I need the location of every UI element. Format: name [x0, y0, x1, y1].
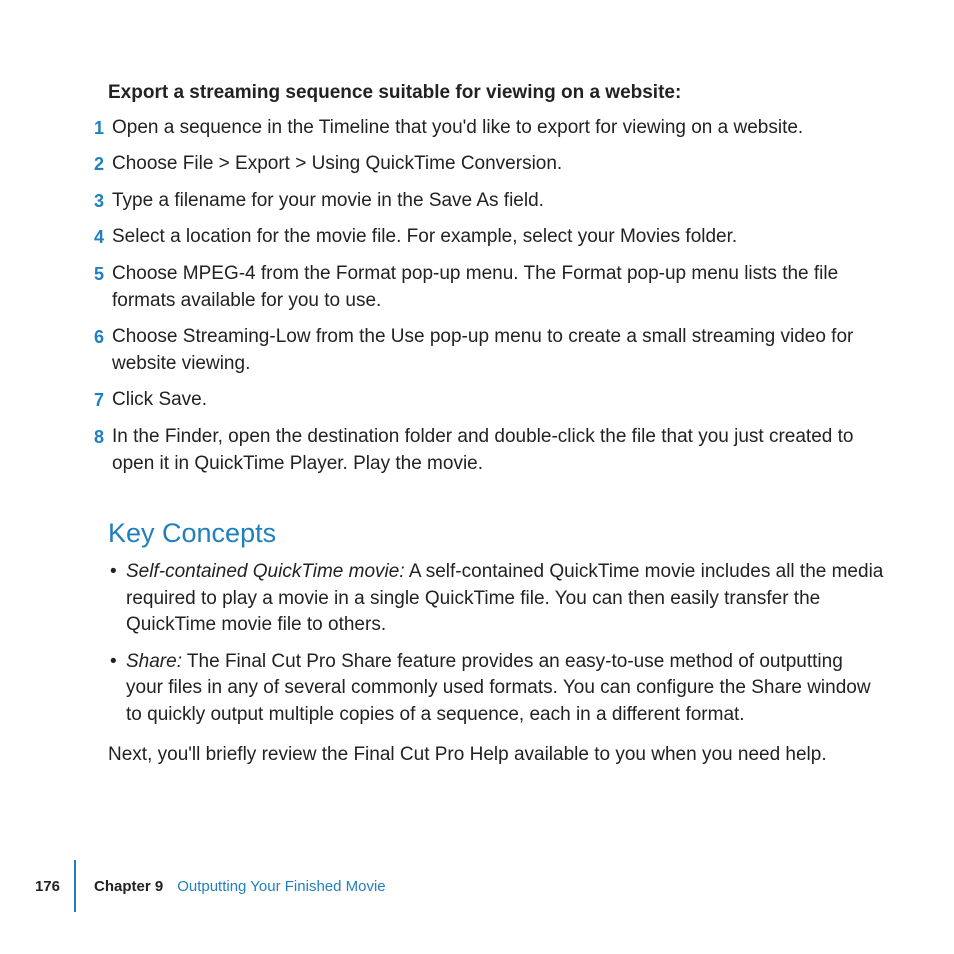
step-item: 8In the Finder, open the destination fol…: [108, 424, 884, 477]
document-page: Export a streaming sequence suitable for…: [0, 0, 954, 954]
chapter-label: Chapter 9: [94, 876, 163, 897]
step-item: 7Click Save.: [108, 387, 884, 414]
concept-item: Share: The Final Cut Pro Share feature p…: [108, 649, 884, 729]
chapter-title: Outputting Your Finished Movie: [177, 876, 385, 897]
task-heading: Export a streaming sequence suitable for…: [108, 80, 884, 107]
step-number: 3: [80, 188, 104, 214]
step-number: 4: [80, 224, 104, 250]
step-item: 3Type a filename for your movie in the S…: [108, 188, 884, 215]
step-text: Choose Streaming-Low from the Use pop-up…: [112, 324, 884, 377]
closing-paragraph: Next, you'll briefly review the Final Cu…: [108, 742, 884, 769]
step-text: Choose MPEG-4 from the Format pop-up men…: [112, 261, 884, 314]
step-item: 6Choose Streaming-Low from the Use pop-u…: [108, 324, 884, 377]
section-heading: Key Concepts: [108, 515, 884, 553]
concept-item: Self-contained QuickTime movie: A self-c…: [108, 559, 884, 639]
step-text: In the Finder, open the destination fold…: [112, 424, 884, 477]
concepts-list: Self-contained QuickTime movie: A self-c…: [108, 559, 884, 729]
page-number: 176: [0, 876, 74, 897]
step-item: 5Choose MPEG-4 from the Format pop-up me…: [108, 261, 884, 314]
step-number: 6: [80, 324, 104, 350]
step-text: Choose File > Export > Using QuickTime C…: [112, 151, 884, 178]
step-text: Select a location for the movie file. Fo…: [112, 224, 884, 251]
steps-list: 1Open a sequence in the Timeline that yo…: [108, 115, 884, 478]
step-item: 2Choose File > Export > Using QuickTime …: [108, 151, 884, 178]
step-text: Open a sequence in the Timeline that you…: [112, 115, 884, 142]
step-text: Click Save.: [112, 387, 884, 414]
page-footer: 176 Chapter 9 Outputting Your Finished M…: [0, 860, 386, 912]
concept-desc: The Final Cut Pro Share feature provides…: [126, 651, 871, 725]
step-number: 8: [80, 424, 104, 450]
step-number: 5: [80, 261, 104, 287]
step-number: 7: [80, 387, 104, 413]
step-text: Type a filename for your movie in the Sa…: [112, 188, 884, 215]
step-number: 2: [80, 151, 104, 177]
concept-term: Share:: [126, 651, 182, 672]
step-item: 1Open a sequence in the Timeline that yo…: [108, 115, 884, 142]
step-item: 4Select a location for the movie file. F…: [108, 224, 884, 251]
step-number: 1: [80, 115, 104, 141]
concept-term: Self-contained QuickTime movie:: [126, 561, 405, 582]
footer-divider: [74, 860, 76, 912]
